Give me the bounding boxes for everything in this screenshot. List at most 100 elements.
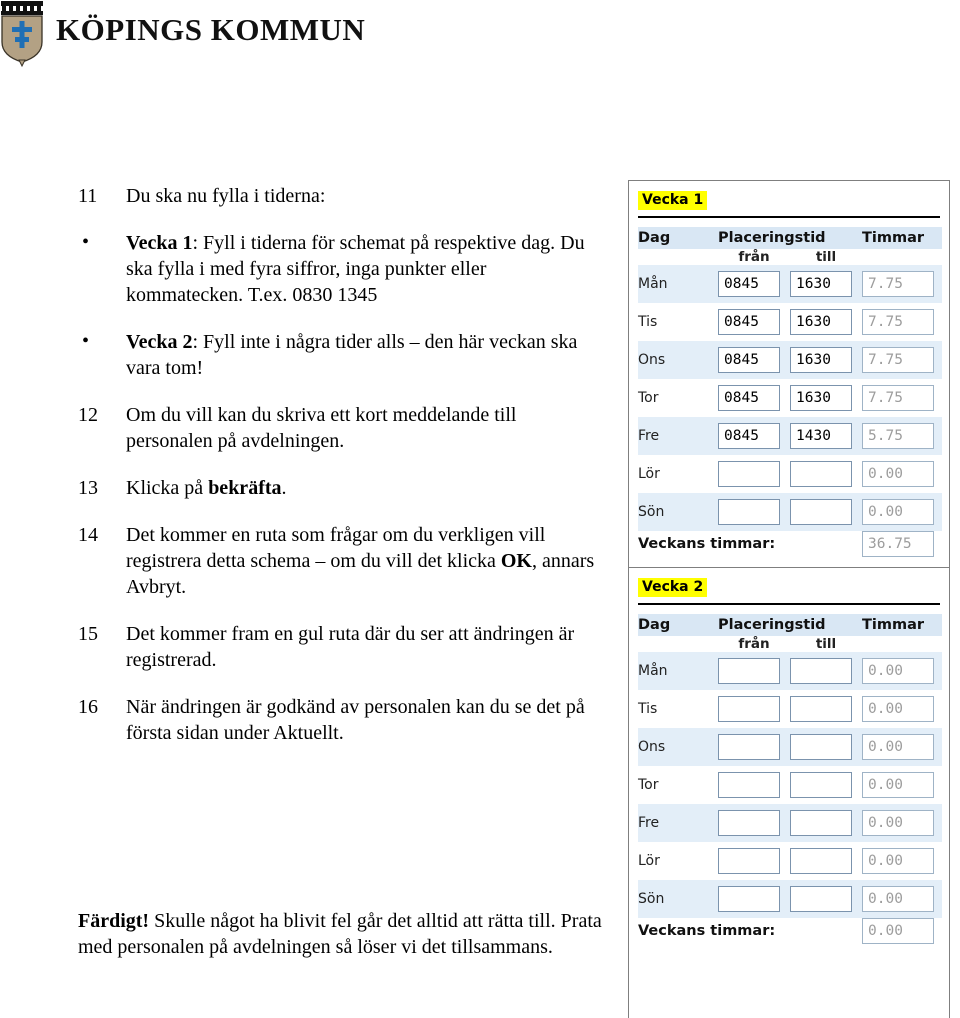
from-time-input[interactable]: 0845	[718, 347, 780, 373]
to-time-input[interactable]	[790, 461, 852, 487]
hours-cell: 0.00	[862, 728, 943, 766]
emphasis-text: Vecka 1	[126, 232, 193, 254]
to-time-input[interactable]	[790, 499, 852, 525]
from-time-input[interactable]: 0845	[718, 423, 780, 449]
day-label: Sön	[638, 880, 718, 918]
hours-readonly-field: 0.00	[862, 461, 935, 487]
column-header-day: Dag	[638, 614, 718, 636]
step-text: Vecka 2: Fyll inte i några tider alls – …	[126, 329, 608, 381]
hours-cell: 0.00	[862, 652, 943, 690]
hours-readonly-field: 0.00	[862, 886, 935, 912]
from-time-input[interactable]	[718, 734, 780, 760]
from-time-input[interactable]	[718, 772, 780, 798]
week-total-readonly-field: 36.75	[862, 531, 935, 557]
subheader-spacer-hours	[862, 249, 943, 265]
body-text: När ändringen är godkänd av personalen k…	[126, 696, 585, 744]
to-time-input[interactable]	[790, 658, 852, 684]
week-total-cell: 36.75	[862, 531, 943, 557]
step-number: 12	[78, 404, 98, 426]
to-time-input[interactable]	[790, 696, 852, 722]
step-number: 14	[78, 524, 98, 546]
body-text: Klicka på	[126, 477, 209, 499]
day-label: Ons	[638, 728, 718, 766]
to-time-cell	[790, 652, 863, 690]
step-text: Det kommer en ruta som frågar om du verk…	[126, 522, 608, 600]
step-text: Du ska nu fylla i tiderna:	[126, 183, 608, 209]
page-header: KÖPINGS KOMMUN	[0, 0, 365, 72]
step-number: 13	[78, 477, 98, 499]
step-number: 11	[78, 185, 98, 207]
from-time-cell	[718, 842, 790, 880]
to-time-input[interactable]	[790, 772, 852, 798]
table-row: Mån 0.00	[638, 652, 943, 690]
subheader-from: från	[718, 636, 790, 652]
from-time-cell	[718, 880, 790, 918]
table-row: Fre 0.00	[638, 804, 943, 842]
table-subheader-row: från till	[638, 636, 943, 652]
week-title-highlight: Vecka 1	[638, 191, 708, 210]
week-total-label: Veckans timmar:	[638, 918, 863, 944]
to-time-cell	[790, 690, 863, 728]
day-label: Mån	[638, 265, 718, 303]
to-time-cell	[790, 804, 863, 842]
hours-cell: 7.75	[862, 341, 943, 379]
from-time-input[interactable]	[718, 499, 780, 525]
from-time-input[interactable]: 0845	[718, 309, 780, 335]
from-time-input[interactable]	[718, 886, 780, 912]
emphasis-text: OK	[500, 550, 532, 572]
to-time-input[interactable]: 1630	[790, 271, 852, 297]
hours-cell: 7.75	[862, 303, 943, 341]
from-time-input[interactable]	[718, 696, 780, 722]
instruction-step: 16 När ändringen är godkänd av personalen…	[78, 694, 608, 746]
instruction-bullet: • Vecka 1: Fyll i tiderna för schemat på …	[78, 230, 608, 308]
instruction-step: 15 Det kommer fram en gul ruta där du ser…	[78, 621, 608, 673]
instruction-step: 12 Om du vill kan du skriva ett kort medd…	[78, 402, 608, 454]
body-text: Det kommer en ruta som frågar om du verk…	[126, 524, 546, 572]
emphasis-text: Vecka 2	[126, 331, 193, 353]
from-time-cell	[718, 728, 790, 766]
to-time-input[interactable]: 1630	[790, 309, 852, 335]
from-time-cell	[718, 455, 790, 493]
to-time-input[interactable]: 1430	[790, 423, 852, 449]
table-row: Tor 0.00	[638, 766, 943, 804]
to-time-cell	[790, 880, 863, 918]
to-time-input[interactable]	[790, 810, 852, 836]
step-number: 16	[78, 696, 98, 718]
instruction-bullet: • Vecka 2: Fyll inte i några tider alls –…	[78, 329, 608, 381]
hours-readonly-field: 0.00	[862, 658, 935, 684]
closing-paragraph: Färdigt! Skulle något ha blivit fel går …	[78, 908, 608, 960]
from-time-input[interactable]	[718, 810, 780, 836]
schedule-table: Dag Placeringstid Timmar från till Mån 0.00 T…	[638, 614, 943, 944]
day-label: Sön	[638, 493, 718, 531]
day-label: Tor	[638, 379, 718, 417]
schedule-form-screenshot: Vecka 1 Dag Placeringstid Timmar från till M…	[628, 180, 950, 1018]
body-text: Du ska nu fylla i tiderna:	[126, 185, 326, 207]
to-time-input[interactable]	[790, 886, 852, 912]
to-time-input[interactable]	[790, 848, 852, 874]
hours-cell: 0.00	[862, 766, 943, 804]
week-spacer	[629, 557, 949, 567]
to-time-cell: 1630	[790, 265, 863, 303]
from-time-input[interactable]	[718, 658, 780, 684]
to-time-input[interactable]: 1630	[790, 347, 852, 373]
from-time-input[interactable]	[718, 461, 780, 487]
table-subheader-row: från till	[638, 249, 943, 265]
week-title-row: Vecka 2	[638, 568, 940, 599]
subheader-spacer	[638, 636, 718, 652]
from-time-input[interactable]: 0845	[718, 385, 780, 411]
hours-cell: 0.00	[862, 842, 943, 880]
from-time-cell: 0845	[718, 417, 790, 455]
table-row: Fre 0845 1430 5.75	[638, 417, 943, 455]
from-time-input[interactable]	[718, 848, 780, 874]
body-text: : Fyll inte i några tider alls – den här…	[126, 331, 578, 379]
column-header-placeringstid: Placeringstid	[718, 614, 863, 636]
emphasis-text: bekräfta	[208, 477, 282, 499]
from-time-input[interactable]: 0845	[718, 271, 780, 297]
to-time-input[interactable]: 1630	[790, 385, 852, 411]
table-row: Sön 0.00	[638, 493, 943, 531]
section-divider	[638, 603, 940, 605]
step-text: När ändringen är godkänd av personalen k…	[126, 694, 608, 746]
week-block: Vecka 1 Dag Placeringstid Timmar från till M…	[629, 181, 949, 557]
to-time-input[interactable]	[790, 734, 852, 760]
schedule-table: Dag Placeringstid Timmar från till Mån 0845 1…	[638, 227, 943, 557]
